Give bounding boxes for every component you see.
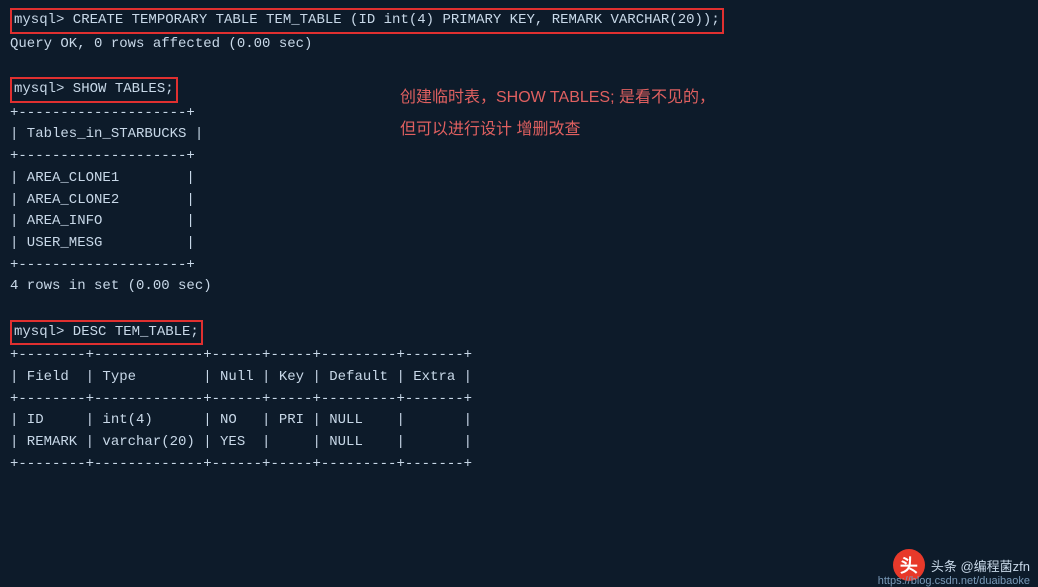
terminal-line-8: | AREA_CLONE1 | <box>10 168 1028 190</box>
annotation-line-1: 创建临时表，SHOW TABLES; 是看不见的， <box>400 82 715 114</box>
terminal-line-19: | ID | int(4) | NO | PRI | NULL | | <box>10 410 1028 432</box>
annotation: 创建临时表，SHOW TABLES; 是看不见的， 但可以进行设计 增删改查 <box>400 82 715 146</box>
terminal-line-20: | REMARK | varchar(20) | YES | | NULL | … <box>10 432 1028 454</box>
terminal-line-12: +--------------------+ <box>10 255 1028 277</box>
annotation-line-2: 但可以进行设计 增删改查 <box>400 114 715 146</box>
terminal-line-15: mysql> DESC TEM_TABLE; <box>14 322 199 344</box>
terminal-line-21: +--------+-------------+------+-----+---… <box>10 454 1028 476</box>
terminal-line-9: | AREA_CLONE2 | <box>10 190 1028 212</box>
watermark-label: 头条 @编程菌zfn <box>931 556 1030 575</box>
watermark-url: https://blog.csdn.net/duaibaoke <box>878 575 1030 587</box>
show-tables-highlight: mysql> SHOW TABLES; <box>10 77 178 103</box>
terminal-line-18: +--------+-------------+------+-----+---… <box>10 389 1028 411</box>
terminal-line-10: | AREA_INFO | <box>10 211 1028 233</box>
terminal-line-13: 4 rows in set (0.00 sec) <box>10 276 1028 298</box>
terminal-line-4: mysql> SHOW TABLES; <box>14 79 174 101</box>
terminal-line-17: | Field | Type | Null | Key | Default | … <box>10 367 1028 389</box>
terminal-line-1: mysql> CREATE TEMPORARY TABLE TEM_TABLE … <box>14 10 720 32</box>
create-command-highlight: mysql> CREATE TEMPORARY TABLE TEM_TABLE … <box>10 8 724 34</box>
terminal-line-2: Query OK, 0 rows affected (0.00 sec) <box>10 34 1028 56</box>
terminal-line-7: +--------------------+ <box>10 146 1028 168</box>
terminal-line-16: +--------+-------------+------+-----+---… <box>10 345 1028 367</box>
desc-command-highlight: mysql> DESC TEM_TABLE; <box>10 320 203 346</box>
terminal-line-11: | USER_MESG | <box>10 233 1028 255</box>
terminal-window: mysql> CREATE TEMPORARY TABLE TEM_TABLE … <box>0 0 1038 587</box>
